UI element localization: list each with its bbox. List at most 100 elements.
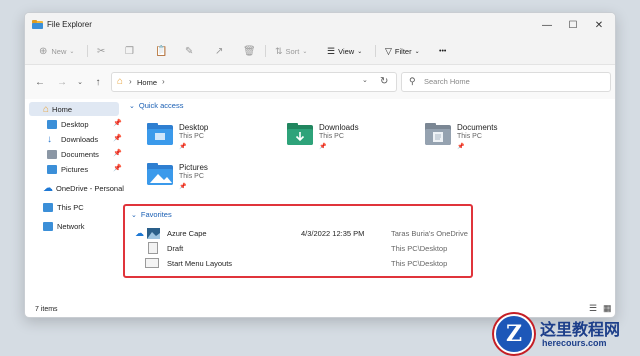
chevron-down-icon: ⌄ bbox=[357, 48, 363, 55]
tile-location: This PC bbox=[457, 133, 482, 140]
address-bar[interactable]: ⌂ › Home › ⌄ ↻ bbox=[111, 72, 397, 92]
file-name: Draft bbox=[167, 244, 184, 253]
sidebar-item-desktop[interactable]: Desktop bbox=[47, 117, 89, 131]
watermark-url: herecours.com bbox=[542, 338, 607, 348]
home-icon: ⌂ bbox=[43, 103, 50, 115]
sidebar-item-home[interactable]: ⌂ Home bbox=[29, 102, 119, 116]
share-button[interactable]: ↗ bbox=[215, 45, 223, 57]
onedrive-icon: ☁ bbox=[135, 228, 144, 238]
rename-button[interactable]: ✎ bbox=[185, 45, 193, 57]
pin-icon: 📌 bbox=[113, 120, 122, 127]
navigation-pane: ⌂ Home Desktop 📌 ↓ Downloads 📌 Documents… bbox=[25, 99, 124, 299]
back-button[interactable]: ← bbox=[33, 76, 47, 88]
delete-button[interactable]: 🗑 bbox=[243, 45, 256, 57]
list-item[interactable]: ☁ Azure Cape 4/3/2022 12:35 PM Taras Bur… bbox=[125, 227, 471, 241]
sidebar-item-label: Documents bbox=[61, 149, 99, 159]
documents-icon bbox=[47, 149, 57, 159]
sort-button[interactable]: ⇅ Sort ⌄ bbox=[275, 45, 307, 57]
maximize-icon: ☐ bbox=[568, 19, 578, 31]
forward-button[interactable]: → bbox=[55, 76, 69, 88]
quick-access-tile-documents[interactable]: Documents This PC 📌 bbox=[425, 119, 565, 159]
close-button[interactable]: ✕ bbox=[587, 17, 611, 33]
pictures-icon bbox=[47, 164, 57, 174]
onedrive-icon: ☁ bbox=[43, 182, 53, 194]
file-explorer-window: File Explorer — ☐ ✕ ⊕ New ⌄ ✂ ❐ 📋 ✎ ↗ 🗑 … bbox=[24, 12, 616, 318]
item-count: 7 items bbox=[35, 306, 58, 313]
list-item[interactable]: Start Menu Layouts This PC\Desktop bbox=[125, 257, 471, 271]
pin-icon: 📌 bbox=[179, 144, 187, 150]
watermark-letter: Z bbox=[505, 321, 523, 347]
pin-icon: 📌 bbox=[113, 150, 122, 157]
refresh-icon[interactable]: ↻ bbox=[380, 76, 388, 87]
copy-icon: ❐ bbox=[125, 45, 134, 57]
sidebar-item-documents[interactable]: Documents bbox=[47, 147, 99, 161]
rename-icon: ✎ bbox=[185, 45, 194, 57]
tile-name: Desktop bbox=[179, 123, 209, 132]
share-icon: ↗ bbox=[215, 45, 224, 57]
quick-access-header[interactable]: ⌄ Quick access bbox=[129, 101, 183, 110]
minimize-icon: — bbox=[542, 19, 552, 31]
sidebar-item-pictures[interactable]: Pictures bbox=[47, 162, 88, 176]
tile-name: Documents bbox=[457, 123, 498, 132]
new-label: New bbox=[51, 46, 67, 56]
up-button[interactable]: ↑ bbox=[91, 76, 105, 88]
new-button[interactable]: ⊕ New ⌄ bbox=[39, 45, 74, 57]
recent-locations-button[interactable]: ⌄ bbox=[73, 76, 87, 88]
watermark-logo: Z 这里教程网 herecours.com bbox=[490, 312, 640, 356]
quick-access-tile-downloads[interactable]: Downloads This PC 📌 bbox=[287, 119, 427, 159]
quick-access-tile-pictures[interactable]: Pictures This PC 📌 bbox=[147, 159, 287, 199]
quick-access-tile-desktop[interactable]: Desktop This PC 📌 bbox=[147, 119, 287, 159]
cut-button[interactable]: ✂ bbox=[97, 45, 105, 57]
arrow-right-icon: → bbox=[57, 76, 67, 88]
list-item[interactable]: Draft This PC\Desktop bbox=[125, 242, 471, 256]
copy-button[interactable]: ❐ bbox=[125, 45, 134, 57]
maximize-button[interactable]: ☐ bbox=[561, 17, 585, 33]
paste-button[interactable]: 📋 bbox=[155, 45, 167, 57]
minimize-button[interactable]: — bbox=[535, 17, 559, 33]
view-button[interactable]: ☰ View ⌄ bbox=[327, 45, 362, 57]
pin-icon: 📌 bbox=[457, 144, 465, 150]
pin-icon: 📌 bbox=[179, 184, 187, 190]
quick-access-title: Quick access bbox=[138, 101, 184, 110]
file-location: This PC\Desktop bbox=[391, 244, 448, 253]
chevron-down-icon: ⌄ bbox=[129, 102, 135, 110]
file-location: This PC\Desktop bbox=[391, 259, 448, 268]
sidebar-item-label: Downloads bbox=[61, 134, 99, 144]
filter-icon: ▽ bbox=[385, 45, 392, 56]
text-file-icon bbox=[145, 258, 159, 268]
sidebar-item-downloads[interactable]: ↓ Downloads bbox=[47, 132, 98, 146]
tile-name: Downloads bbox=[319, 123, 359, 132]
view-icon: ☰ bbox=[327, 45, 336, 56]
new-icon: ⊕ bbox=[39, 45, 48, 57]
file-name: Azure Cape bbox=[167, 229, 207, 238]
sidebar-item-label: OneDrive - Personal bbox=[56, 183, 124, 193]
favorites-header[interactable]: ⌄ Favorites bbox=[131, 210, 172, 219]
file-explorer-icon bbox=[32, 20, 43, 29]
window-title: File Explorer bbox=[47, 20, 92, 29]
sidebar-item-this-pc[interactable]: This PC bbox=[43, 200, 84, 214]
title-bar: File Explorer — ☐ ✕ bbox=[25, 13, 615, 37]
watermark-title: 这里教程网 bbox=[540, 320, 621, 339]
sidebar-item-onedrive[interactable]: ☁ OneDrive - Personal bbox=[43, 181, 124, 195]
filter-button[interactable]: ▽ Filter ⌄ bbox=[385, 45, 420, 57]
downloads-folder-icon bbox=[287, 123, 313, 145]
more-options-button[interactable]: ••• bbox=[439, 45, 446, 57]
arrow-left-icon: ← bbox=[35, 76, 45, 88]
address-row: ← → ⌄ ↑ ⌂ › Home › ⌄ ↻ ⚲ bbox=[25, 65, 615, 99]
sidebar-item-network[interactable]: Network bbox=[43, 219, 85, 233]
search-box[interactable]: ⚲ bbox=[401, 72, 611, 92]
sidebar-item-label: Desktop bbox=[61, 119, 89, 129]
downloads-icon: ↓ bbox=[47, 133, 52, 145]
breadcrumb-home[interactable]: Home bbox=[137, 78, 157, 87]
search-input[interactable] bbox=[424, 77, 604, 86]
chevron-down-icon: ⌄ bbox=[414, 48, 420, 55]
arrow-up-icon: ↑ bbox=[95, 76, 101, 88]
sort-icon: ⇅ bbox=[275, 45, 283, 56]
address-dropdown-icon[interactable]: ⌄ bbox=[362, 76, 368, 84]
delete-icon: 🗑 bbox=[243, 45, 256, 57]
home-icon: ⌂ bbox=[117, 76, 124, 87]
file-location: Taras Buria's OneDrive bbox=[391, 229, 468, 238]
filter-label: Filter bbox=[394, 46, 412, 56]
tile-name: Pictures bbox=[179, 163, 208, 172]
tile-location: This PC bbox=[179, 173, 204, 180]
